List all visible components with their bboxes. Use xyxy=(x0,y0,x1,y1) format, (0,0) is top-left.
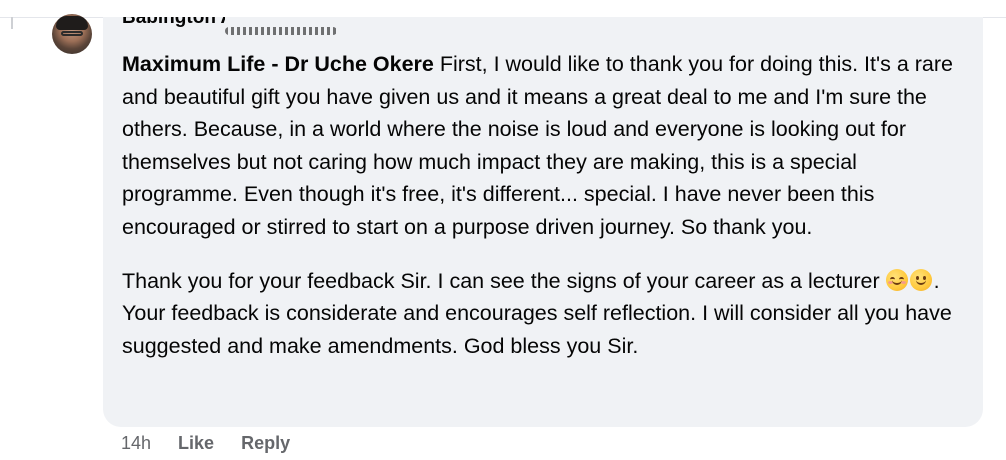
comment-bubble: Babington Ab Maximum Life - Dr Uche Oker… xyxy=(103,17,983,427)
avatar-hair xyxy=(56,16,88,30)
comment-timestamp[interactable]: 14h xyxy=(121,433,151,454)
paragraph-1-text: First, I would like to thank you for doi… xyxy=(122,52,953,239)
reply-button[interactable]: Reply xyxy=(241,433,290,454)
comment-paragraph-2: Thank you for your feedback Sir. I can s… xyxy=(122,265,972,363)
comment-text: Maximum Life - Dr Uche Okere First, I wo… xyxy=(122,48,972,362)
top-divider xyxy=(0,0,1006,18)
paragraph-2-text-before: Thank you for your feedback Sir. I can s… xyxy=(122,268,886,293)
comment-actions: 14h Like Reply xyxy=(121,432,290,454)
avatar[interactable] xyxy=(52,14,92,54)
avatar-glasses xyxy=(61,31,83,36)
smiling-face-emoji-icon xyxy=(885,268,908,291)
author-name-redaction xyxy=(225,17,375,39)
slightly-smiling-face-emoji-icon xyxy=(909,268,932,291)
comment-paragraph-1: Maximum Life - Dr Uche Okere First, I wo… xyxy=(122,48,972,244)
thread-line xyxy=(11,17,13,29)
redaction-bar xyxy=(225,27,337,35)
mention-tag[interactable]: Maximum Life - Dr Uche Okere xyxy=(122,52,434,76)
like-button[interactable]: Like xyxy=(178,433,214,454)
